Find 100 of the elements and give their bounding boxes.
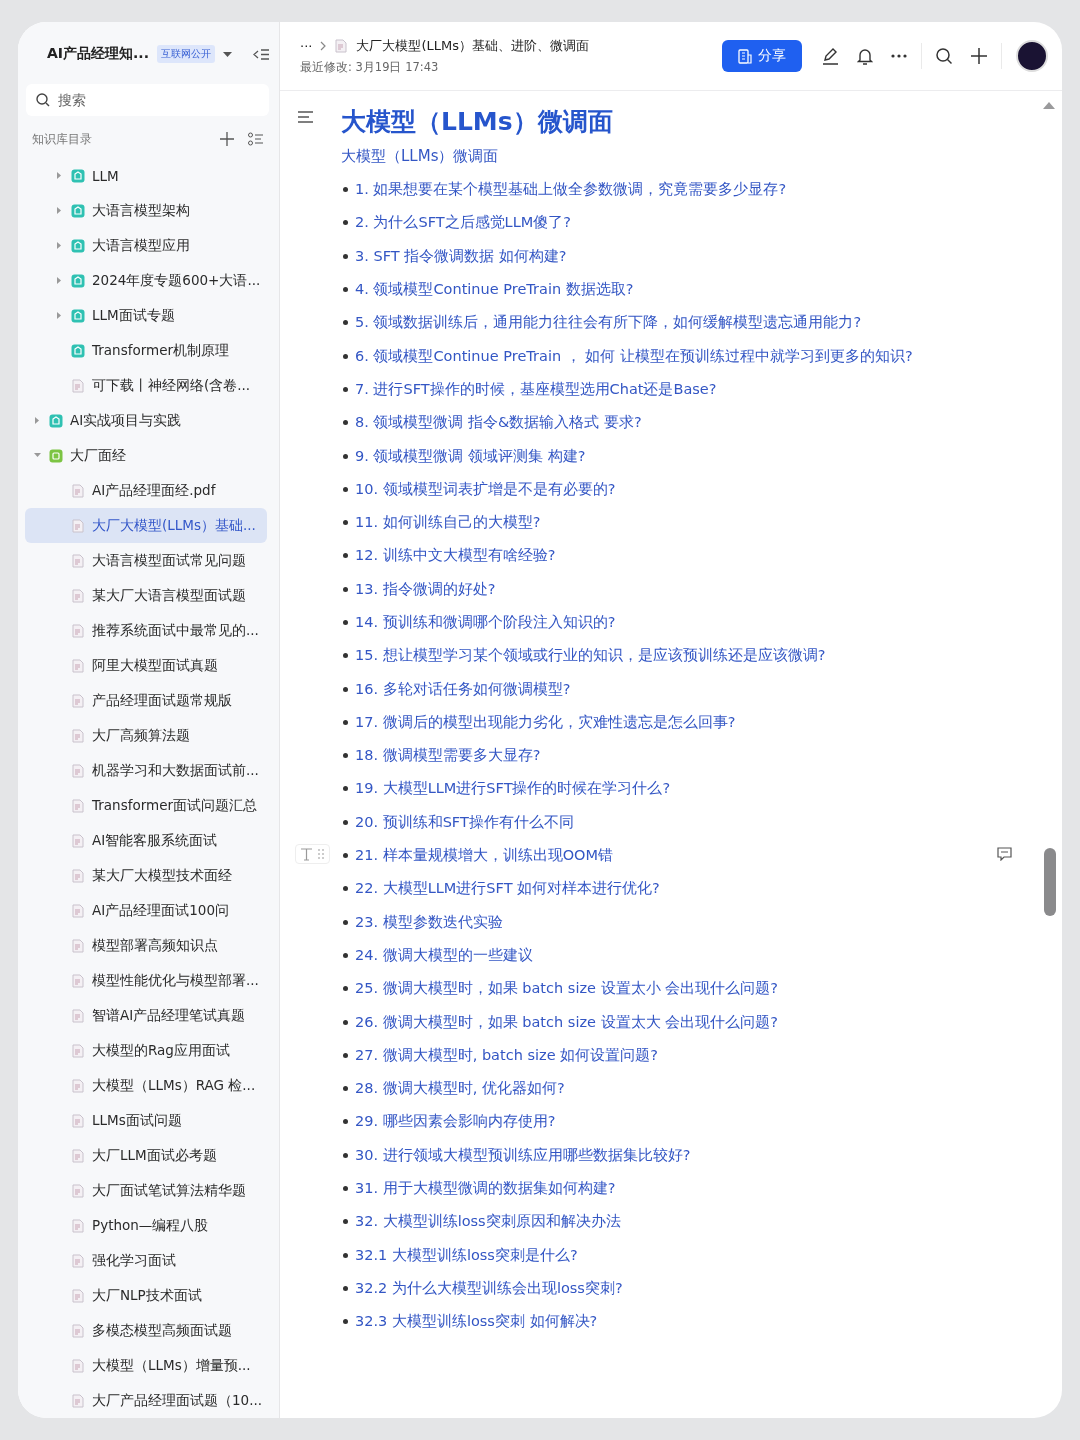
list-link[interactable]: 28. 微调大模型时, 优化器如何? xyxy=(355,1079,565,1099)
subtitle-link[interactable]: 大模型（LLMs）微调面 xyxy=(341,147,499,173)
list-link[interactable]: 26. 微调大模型时，如果 batch size 设置太大 会出现什么问题? xyxy=(355,1012,778,1032)
tree-item[interactable]: AI智能客服系统面试 xyxy=(25,823,267,858)
more-icon[interactable] xyxy=(891,54,907,58)
tree-item[interactable]: 大厂面试笔试算法精华题 xyxy=(25,1173,267,1208)
caret-down-icon[interactable] xyxy=(34,452,41,459)
list-link[interactable]: 5. 领域数据训练后，通用能力往往会有所下降，如何缓解模型遗忘通用能力? xyxy=(355,313,862,333)
tree-item[interactable]: 大语言模型应用 xyxy=(25,228,267,263)
tree-item[interactable]: 大厂面经 xyxy=(25,438,267,473)
caret-right-icon[interactable] xyxy=(56,172,63,179)
scroll-up-icon[interactable] xyxy=(1042,100,1056,110)
tree-item[interactable]: LLM xyxy=(25,158,267,193)
tree-item[interactable]: AI实战项目与实践 xyxy=(25,403,267,438)
list-link[interactable]: 15. 想让模型学习某个领域或行业的知识，是应该预训练还是应该微调? xyxy=(355,646,826,666)
list-link[interactable]: 19. 大模型LLM进行SFT操作的时候在学习什么? xyxy=(355,779,671,799)
tree-item[interactable]: Python—编程八股 xyxy=(25,1208,267,1243)
tree-item[interactable]: 大厂大模型(LLMs）基础... xyxy=(25,508,267,543)
bell-icon[interactable] xyxy=(857,47,873,65)
tree-item[interactable]: 多模态模型高频面试题 xyxy=(25,1313,267,1348)
list-link[interactable]: 8. 领域模型微调 指令&数据输入格式 要求? xyxy=(355,413,642,433)
tree-item[interactable]: 强化学习面试 xyxy=(25,1243,267,1278)
list-link[interactable]: 20. 预训练和SFT操作有什么不同 xyxy=(355,812,574,832)
collapse-sidebar-icon[interactable] xyxy=(253,46,269,62)
search-icon[interactable] xyxy=(936,47,953,65)
book-icon xyxy=(49,413,63,428)
list-link[interactable]: 12. 训练中文大模型有啥经验? xyxy=(355,546,556,566)
document-icon xyxy=(71,693,85,708)
list-link[interactable]: 31. 用于大模型微调的数据集如何构建? xyxy=(355,1179,616,1199)
list-link[interactable]: 4. 领域模型Continue PreTrain 数据选取? xyxy=(355,280,634,300)
list-link[interactable]: 6. 领域模型Continue PreTrain ， 如何 让模型在预训练过程中就学习到更多的知识? xyxy=(355,346,913,366)
tree-item[interactable]: 大厂NLP技术面试 xyxy=(25,1278,267,1313)
caret-right-icon[interactable] xyxy=(56,312,63,319)
tree-item[interactable]: 大模型（LLMs）RAG 检... xyxy=(25,1068,267,1103)
edit-icon[interactable] xyxy=(822,47,839,65)
tree-item[interactable]: 机器学习和大数据面试前... xyxy=(25,753,267,788)
list-link[interactable]: 29. 哪些因素会影响内存使用? xyxy=(355,1112,556,1132)
list-link[interactable]: 1. 如果想要在某个模型基础上做全参数微调，究竟需要多少显存? xyxy=(355,180,787,200)
list-link[interactable]: 32. 大模型训练loss突刺原因和解决办法 xyxy=(355,1212,621,1232)
outline-icon[interactable] xyxy=(298,111,313,123)
tree-item[interactable]: Transformer机制原理 xyxy=(25,333,267,368)
more-breadcrumbs[interactable]: ··· xyxy=(300,38,313,54)
list-link[interactable]: 3. SFT 指令微调数据 如何构建? xyxy=(355,246,567,266)
scrollbar-thumb[interactable] xyxy=(1044,848,1056,916)
list-link[interactable]: 21. 样本量规模增大，训练出现OOM错 xyxy=(355,846,613,866)
caret-right-icon[interactable] xyxy=(56,277,63,284)
share-button[interactable]: 分享 xyxy=(722,40,802,72)
space-title[interactable]: AI产品经理知... xyxy=(47,45,149,63)
tree-item[interactable]: 大语言模型架构 xyxy=(25,193,267,228)
list-link[interactable]: 17. 微调后的模型出现能力劣化，灾难性遗忘是怎么回事? xyxy=(355,712,736,732)
tree-item[interactable]: 可下载丨神经网络(含卷... xyxy=(25,368,267,403)
list-link[interactable]: 32.1 大模型训练loss突刺是什么? xyxy=(355,1245,578,1265)
tree-item[interactable]: 大厂LLM面试必考题 xyxy=(25,1138,267,1173)
list-link[interactable]: 25. 微调大模型时，如果 batch size 设置太小 会出现什么问题? xyxy=(355,979,778,999)
list-link[interactable]: 14. 预训练和微调哪个阶段注入知识的? xyxy=(355,613,616,632)
tree-item[interactable]: 大厂产品经理面试题（10... xyxy=(25,1383,267,1418)
dropdown-caret-icon[interactable] xyxy=(223,50,232,58)
tree-item[interactable]: 产品经理面试题常规版 xyxy=(25,683,267,718)
tree-item[interactable]: LLM面试专题 xyxy=(25,298,267,333)
list-link[interactable]: 32.3 大模型训练loss突刺 如何解决? xyxy=(355,1312,598,1332)
list-link[interactable]: 32.2 为什么大模型训练会出现loss突刺? xyxy=(355,1278,623,1298)
tree-item[interactable]: 2024年度专题600+大语... xyxy=(25,263,267,298)
list-link[interactable]: 24. 微调大模型的一些建议 xyxy=(355,945,533,965)
caret-right-icon[interactable] xyxy=(56,207,63,214)
list-link[interactable]: 16. 多轮对话任务如何微调模型? xyxy=(355,679,571,699)
list-link[interactable]: 27. 微调大模型时, batch size 如何设置问题? xyxy=(355,1045,658,1065)
tree-item[interactable]: LLMs面试问题 xyxy=(25,1103,267,1138)
tree-item[interactable]: 阿里大模型面试真题 xyxy=(25,648,267,683)
list-link[interactable]: 23. 模型参数迭代实验 xyxy=(355,912,503,932)
search-field[interactable]: 搜索 xyxy=(26,84,269,116)
caret-right-icon[interactable] xyxy=(56,242,63,249)
list-link[interactable]: 7. 进行SFT操作的时候，基座模型选用Chat还是Base? xyxy=(355,379,717,399)
tree-item[interactable]: 大语言模型面试常见问题 xyxy=(25,543,267,578)
tree-item[interactable]: 大模型（LLMs）增量预... xyxy=(25,1348,267,1383)
list-link[interactable]: 9. 领域模型微调 领域评测集 构建? xyxy=(355,446,586,466)
list-link[interactable]: 18. 微调模型需要多大显存? xyxy=(355,746,541,766)
list-link[interactable]: 22. 大模型LLM进行SFT 如何对样本进行优化? xyxy=(355,879,660,899)
comment-icon[interactable] xyxy=(997,846,1012,861)
caret-right-icon[interactable] xyxy=(34,417,41,424)
avatar[interactable] xyxy=(1016,40,1048,72)
tree-item[interactable]: 大厂高频算法题 xyxy=(25,718,267,753)
list-link[interactable]: 11. 如何训练自己的大模型? xyxy=(355,513,541,533)
tree-item[interactable]: 某大厂大语言模型面试题 xyxy=(25,578,267,613)
add-icon[interactable] xyxy=(220,132,234,146)
tree-item[interactable]: 某大厂大模型技术面经 xyxy=(25,858,267,893)
breadcrumb-title[interactable]: 大厂大模型(LLMs）基础、进阶、微调面 xyxy=(356,37,589,55)
list-link[interactable]: 30. 进行领域大模型预训练应用哪些数据集比较好? xyxy=(355,1145,691,1165)
tree-item[interactable]: 模型性能优化与模型部署... xyxy=(25,963,267,998)
tree-item[interactable]: 推荐系统面试中最常见的... xyxy=(25,613,267,648)
tree-item[interactable]: AI产品经理面试100问 xyxy=(25,893,267,928)
list-link[interactable]: 2. 为什么SFT之后感觉LLM傻了? xyxy=(355,213,571,233)
tree-item[interactable]: AI产品经理面经.pdf xyxy=(25,473,267,508)
tree-item[interactable]: 大模型的Rag应用面试 xyxy=(25,1033,267,1068)
list-link[interactable]: 10. 领域模型词表扩增是不是有必要的? xyxy=(355,479,616,499)
tree-item[interactable]: 模型部署高频知识点 xyxy=(25,928,267,963)
tree-item[interactable]: 智谱AI产品经理笔试真题 xyxy=(25,998,267,1033)
tree-item[interactable]: Transformer面试问题汇总 xyxy=(25,788,267,823)
list-link[interactable]: 13. 指令微调的好处? xyxy=(355,579,496,599)
add-icon[interactable] xyxy=(971,48,987,64)
list-settings-icon[interactable] xyxy=(248,132,263,146)
